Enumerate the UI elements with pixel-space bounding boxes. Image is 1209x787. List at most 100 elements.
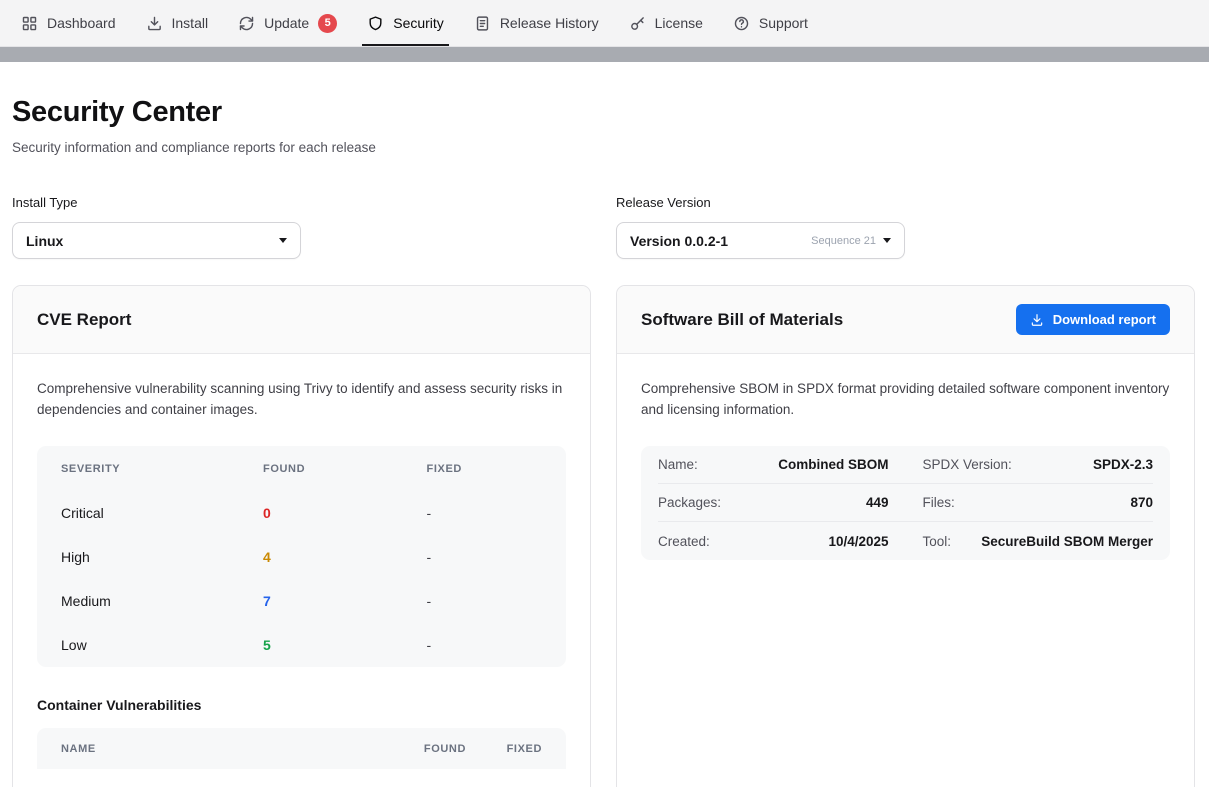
update-icon [238, 15, 255, 32]
install-type-value: Linux [26, 233, 279, 249]
table-row-low: Low 5 - [37, 623, 566, 667]
download-report-label: Download report [1053, 312, 1156, 327]
page-subtitle: Security information and compliance repo… [12, 140, 1195, 155]
support-icon [733, 15, 750, 32]
shield-icon [367, 15, 384, 32]
sbom-field-name: Name: Combined SBOM [658, 457, 889, 472]
col-found: FOUND [263, 463, 427, 475]
nav-tab-license[interactable]: License [614, 0, 718, 46]
release-version-select[interactable]: Version 0.0.2-1 Sequence 21 [616, 222, 905, 259]
sbom-card: Software Bill of Materials Download repo… [616, 285, 1195, 787]
filters-row: Install Type Linux Release Version Versi… [12, 195, 1195, 259]
cve-severity-table: SEVERITY FOUND FIXED Critical 0 - High 4… [37, 446, 566, 667]
sbom-body: Comprehensive SBOM in SPDX format provid… [617, 354, 1194, 584]
col-severity: SEVERITY [61, 463, 263, 475]
sbom-field-created: Created: 10/4/2025 [658, 534, 889, 549]
page-title: Security Center [12, 96, 1195, 129]
fixed-count: - [427, 505, 542, 521]
sbom-field-spdx-version: SPDX Version: SPDX-2.3 [923, 457, 1154, 472]
sbom-row: Packages: 449 Files: 870 [658, 484, 1153, 522]
release-history-icon [474, 15, 491, 32]
field-label: Tool: [923, 534, 952, 549]
download-icon [1030, 313, 1044, 327]
field-label: Packages: [658, 495, 721, 510]
field-value: 449 [866, 495, 889, 510]
severity-label: Critical [61, 505, 263, 521]
sbom-description: Comprehensive SBOM in SPDX format provid… [641, 378, 1170, 420]
nav-label: Dashboard [47, 15, 116, 31]
severity-label: High [61, 549, 263, 565]
nav-label: Update [264, 15, 309, 31]
cve-report-body: Comprehensive vulnerability scanning usi… [13, 354, 590, 787]
update-count-badge: 5 [318, 14, 337, 33]
cve-report-header: CVE Report [13, 286, 590, 354]
chevron-down-icon [883, 238, 891, 243]
col-name: NAME [61, 743, 390, 755]
nav-label: Security [393, 15, 444, 31]
cve-report-card: CVE Report Comprehensive vulnerability s… [12, 285, 591, 787]
main-content: Security Center Security information and… [0, 62, 1209, 787]
cve-table-header: SEVERITY FOUND FIXED [37, 446, 566, 491]
release-version-label: Release Version [616, 195, 1195, 210]
cve-report-title: CVE Report [37, 310, 131, 330]
found-count: 5 [263, 637, 427, 653]
field-value: Combined SBOM [778, 457, 888, 472]
nav-label: Install [172, 15, 209, 31]
release-version-filter: Release Version Version 0.0.2-1 Sequence… [616, 195, 1195, 259]
cards-row: CVE Report Comprehensive vulnerability s… [12, 285, 1195, 787]
install-type-filter: Install Type Linux [12, 195, 591, 259]
release-version-value: Version 0.0.2-1 [630, 233, 811, 249]
download-report-button[interactable]: Download report [1016, 304, 1170, 335]
divider-band [0, 47, 1209, 62]
field-label: Files: [923, 495, 955, 510]
license-key-icon [629, 15, 646, 32]
fixed-count: - [427, 593, 542, 609]
container-table-header: NAME FOUND FIXED [37, 728, 566, 769]
nav-tab-update[interactable]: Update 5 [223, 0, 352, 46]
container-vulnerabilities-table: NAME FOUND FIXED [37, 728, 566, 769]
dashboard-icon [21, 15, 38, 32]
col-fixed: FIXED [490, 743, 542, 755]
field-label: SPDX Version: [923, 457, 1012, 472]
fixed-count: - [427, 637, 542, 653]
sbom-row: Created: 10/4/2025 Tool: SecureBuild SBO… [658, 522, 1153, 560]
sbom-summary-table: Name: Combined SBOM SPDX Version: SPDX-2… [641, 446, 1170, 560]
chevron-down-icon [279, 238, 287, 243]
cve-report-description: Comprehensive vulnerability scanning usi… [37, 378, 566, 420]
table-row-critical: Critical 0 - [37, 491, 566, 535]
sbom-field-packages: Packages: 449 [658, 495, 889, 510]
field-value: SecureBuild SBOM Merger [981, 534, 1153, 549]
top-navigation: Dashboard Install Update 5 Security Rele… [0, 0, 1209, 47]
col-found: FOUND [414, 743, 466, 755]
sbom-field-files: Files: 870 [923, 495, 1154, 510]
severity-label: Medium [61, 593, 263, 609]
release-sequence-label: Sequence 21 [811, 235, 876, 247]
field-value: 10/4/2025 [828, 534, 888, 549]
field-label: Created: [658, 534, 710, 549]
field-value: SPDX-2.3 [1093, 457, 1153, 472]
fixed-count: - [427, 549, 542, 565]
nav-label: License [655, 15, 703, 31]
nav-tab-support[interactable]: Support [718, 0, 823, 46]
install-type-select[interactable]: Linux [12, 222, 301, 259]
field-value: 870 [1130, 495, 1153, 510]
nav-label: Release History [500, 15, 599, 31]
table-row-high: High 4 - [37, 535, 566, 579]
nav-tab-dashboard[interactable]: Dashboard [6, 0, 131, 46]
nav-tab-release-history[interactable]: Release History [459, 0, 614, 46]
sbom-row: Name: Combined SBOM SPDX Version: SPDX-2… [658, 446, 1153, 484]
nav-tab-security[interactable]: Security [352, 0, 459, 46]
install-type-label: Install Type [12, 195, 591, 210]
sbom-field-tool: Tool: SecureBuild SBOM Merger [923, 534, 1154, 549]
severity-label: Low [61, 637, 263, 653]
found-count: 0 [263, 505, 427, 521]
found-count: 7 [263, 593, 427, 609]
field-label: Name: [658, 457, 698, 472]
nav-label: Support [759, 15, 808, 31]
install-icon [146, 15, 163, 32]
nav-tab-install[interactable]: Install [131, 0, 224, 46]
container-vulnerabilities-title: Container Vulnerabilities [37, 697, 566, 713]
found-count: 4 [263, 549, 427, 565]
col-fixed: FIXED [427, 463, 542, 475]
table-row-medium: Medium 7 - [37, 579, 566, 623]
